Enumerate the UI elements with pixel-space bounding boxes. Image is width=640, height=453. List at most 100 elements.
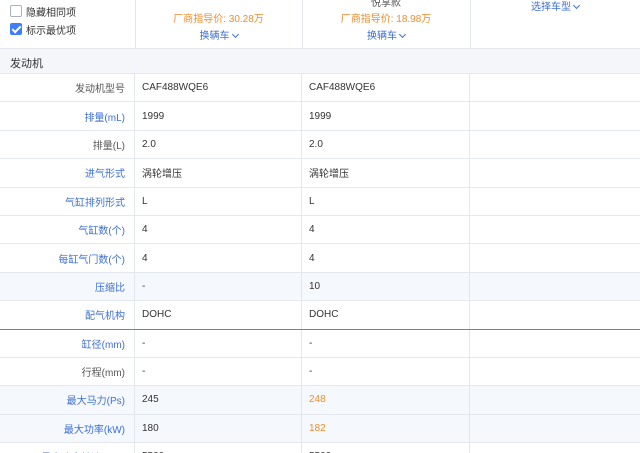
spec-label-text[interactable]: 气缸排列形式 <box>65 194 125 209</box>
spec-label: 排量(L) <box>0 130 135 159</box>
spec-value-car-1: 4 <box>135 215 302 244</box>
spec-label-text: 排量(L) <box>92 140 125 152</box>
spec-value-car-1: 2.0 <box>135 130 302 159</box>
spec-label-text: 行程(mm) <box>81 368 125 380</box>
chevron-down-icon <box>572 1 581 10</box>
spec-value-empty <box>470 443 640 453</box>
spec-value-car-2: CAF488WQE6 <box>302 74 470 102</box>
swap-car-button[interactable]: 换辆车 <box>302 27 470 42</box>
spec-value-car-2: 5500 <box>302 443 470 453</box>
table-row: 气缸数(个) 4 4 <box>0 215 640 245</box>
spec-value-car-2: 10 <box>302 272 470 301</box>
car-column-3: 选择车型 <box>470 0 640 49</box>
spec-label[interactable]: 最大马力(Ps) <box>0 386 135 414</box>
spec-value-car-1: - <box>135 329 302 357</box>
spec-table: 发动机型号 CAF488WQE6 CAF488WQE6 排量(mL) 1999 1999 排… <box>0 74 640 453</box>
spec-label-text[interactable]: 气缸数(个) <box>78 222 125 237</box>
spec-value-car-2: 4 <box>302 244 470 272</box>
mark-best-option[interactable]: 标示最优项 <box>10 22 76 37</box>
spec-label[interactable]: 最大功率转速(rpm) <box>0 443 135 453</box>
spec-value-empty <box>470 358 640 385</box>
spec-label-text[interactable]: 最大功率(kW) <box>64 421 125 436</box>
car-name: 悦享款 <box>371 0 401 9</box>
table-row: 最大功率(kW) 180 182 <box>0 414 640 444</box>
choose-model-button[interactable]: 选择车型 <box>470 0 640 13</box>
spec-value-car-2: 2.0 <box>302 130 470 159</box>
spec-value-empty <box>470 386 640 413</box>
car-column-1: 厂商指导价: 30.28万 换辆车 <box>135 0 302 49</box>
spec-value-car-1: 245 <box>135 386 302 414</box>
spec-label-text[interactable]: 最大功率转速(rpm) <box>41 449 125 453</box>
table-row: 最大马力(Ps) 245 248 <box>0 386 640 415</box>
spec-label-text[interactable]: 配气机构 <box>85 307 125 322</box>
spec-label[interactable]: 压缩比 <box>0 272 135 301</box>
spec-label-text[interactable]: 缸径(mm) <box>82 336 125 351</box>
spec-label: 行程(mm) <box>0 357 135 386</box>
spec-value-empty <box>470 74 640 101</box>
spec-label[interactable]: 每缸气门数(个) <box>0 244 135 272</box>
spec-value-car-2: 182 <box>302 414 470 443</box>
table-row: 排量(L) 2.0 2.0 <box>0 130 640 160</box>
spec-value-empty <box>470 131 640 158</box>
spec-label-text[interactable]: 进气形式 <box>85 165 125 180</box>
swap-car-button[interactable]: 换辆车 <box>135 27 302 42</box>
spec-value-car-2: 涡轮增压 <box>302 159 470 187</box>
spec-value-car-2: L <box>302 187 470 215</box>
spec-value-empty <box>470 301 640 328</box>
spec-value-car-1: - <box>135 357 302 386</box>
spec-value-car-2: - <box>302 357 470 386</box>
spec-label: 发动机型号 <box>0 74 135 102</box>
spec-value-empty <box>470 188 640 215</box>
spec-value-car-1: L <box>135 187 302 215</box>
spec-value-car-1: 1999 <box>135 102 302 130</box>
table-row: 每缸气门数(个) 4 4 <box>0 244 640 273</box>
spec-value-car-1: 4 <box>135 244 302 272</box>
table-row: 压缩比 -10 <box>0 272 640 302</box>
table-row: 进气形式 涡轮增压 涡轮增压 <box>0 159 640 188</box>
mark-best-checkbox[interactable] <box>10 23 22 35</box>
spec-label[interactable]: 气缸数(个) <box>0 215 135 244</box>
spec-value-empty <box>470 216 640 243</box>
spec-label[interactable]: 排量(mL) <box>0 102 135 130</box>
table-row: 发动机型号 CAF488WQE6 CAF488WQE6 <box>0 74 640 103</box>
spec-value-empty <box>470 273 640 300</box>
swap-car-label: 换辆车 <box>367 31 397 42</box>
section-title: 发动机 <box>10 58 43 70</box>
spec-label-text[interactable]: 压缩比 <box>95 279 125 294</box>
chevron-down-icon <box>231 30 239 39</box>
spec-label[interactable]: 进气形式 <box>0 159 135 187</box>
spec-value-empty <box>470 244 640 271</box>
car-price: 厂商指导价: 18.98万 <box>340 14 432 25</box>
chevron-down-icon <box>398 30 407 39</box>
car-column-2: 悦享款 厂商指导价: 18.98万 换辆车 <box>302 0 470 49</box>
spec-value-car-1: DOHC <box>135 301 302 329</box>
spec-label[interactable]: 配气机构 <box>0 301 135 329</box>
spec-label-text[interactable]: 最大马力(Ps) <box>67 392 125 407</box>
spec-label-text: 发动机型号 <box>75 84 125 96</box>
hide-same-option[interactable]: 隐藏相同项 <box>10 4 76 19</box>
hide-same-checkbox[interactable] <box>10 5 22 17</box>
spec-label[interactable]: 气缸排列形式 <box>0 187 135 215</box>
spec-value-empty <box>470 415 640 442</box>
table-row: 缸径(mm) - - <box>0 329 640 358</box>
spec-value-car-2: 4 <box>302 215 470 244</box>
spec-value-car-1: 180 <box>135 414 302 443</box>
spec-label-text[interactable]: 每缸气门数(个) <box>58 251 125 266</box>
spec-value-empty <box>470 102 640 129</box>
spec-value-car-2: - <box>302 329 470 357</box>
compare-header: 隐藏相同项 标示最优项 厂商指导价: 30.28万 换辆车 悦享款 厂商指导价:… <box>0 0 640 49</box>
hide-same-label: 隐藏相同项 <box>26 7 76 19</box>
spec-value-car-2: 1999 <box>302 102 470 130</box>
spec-value-car-1: CAF488WQE6 <box>135 74 302 102</box>
spec-value-car-2: DOHC <box>302 301 470 329</box>
spec-value-car-1: 5500 <box>135 443 302 453</box>
spec-label[interactable]: 缸径(mm) <box>0 329 135 357</box>
table-row: 最大功率转速(rpm) 55005500 <box>0 443 640 453</box>
mark-best-label: 标示最优项 <box>26 25 76 37</box>
table-row: 气缸排列形式 L L <box>0 187 640 216</box>
spec-label[interactable]: 最大功率(kW) <box>0 414 135 443</box>
table-row: 配气机构 DOHC DOHC <box>0 301 640 330</box>
spec-label-text[interactable]: 排量(mL) <box>84 109 125 124</box>
section-engine: 发动机 <box>0 49 640 74</box>
choose-model-label: 选择车型 <box>531 2 571 13</box>
